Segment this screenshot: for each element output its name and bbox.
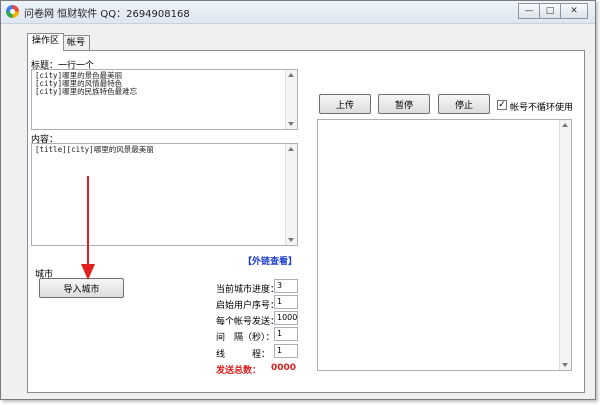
scroll-down-icon[interactable] <box>562 363 568 367</box>
tab-operation[interactable]: 操作区 <box>27 33 65 51</box>
title-line: [city]哪里的民族特色最难忘 <box>35 87 138 96</box>
pause-button[interactable]: 暂停 <box>378 94 430 114</box>
tab-account[interactable]: 帐号 <box>62 35 91 50</box>
no-cycle-checkbox[interactable]: ✓ <box>497 100 507 110</box>
annotation-arrow <box>81 176 95 280</box>
scroll-up-icon[interactable] <box>288 73 294 77</box>
no-cycle-label: 帐号不循环使用 <box>510 103 574 113</box>
annotation-arrow-head <box>81 264 95 280</box>
threads-label: 线 程： <box>216 350 271 360</box>
log-output[interactable] <box>317 119 572 371</box>
interval-field[interactable]: 1 <box>274 327 298 341</box>
start-user-index-label: 启始用户序号： <box>216 301 280 311</box>
current-city-progress-field[interactable]: 3 <box>274 279 298 293</box>
threads-field[interactable]: 1 <box>274 344 298 358</box>
external-link[interactable]: 【外链查看】 <box>243 254 297 267</box>
content-text: [title][city]哪里的风景最美丽 <box>35 145 154 154</box>
title-textarea[interactable]: [city]哪里的景色最美丽 [city]哪里的风情最特色 [city]哪里的民… <box>31 69 298 130</box>
maximize-button[interactable]: □ <box>539 3 561 19</box>
scroll-up-icon[interactable] <box>288 147 294 151</box>
minimize-button[interactable]: — <box>518 3 540 19</box>
app-logo-icon <box>6 5 19 18</box>
interval-label: 间 隔（秒）： <box>216 333 275 343</box>
scroll-down-icon[interactable] <box>288 238 294 242</box>
start-user-index-field[interactable]: 1 <box>274 295 298 309</box>
log-scrollbar[interactable] <box>559 120 571 370</box>
scroll-up-icon[interactable] <box>562 123 568 127</box>
total-sent-value: 0000 <box>271 363 297 373</box>
per-account-send-label: 每个帐号发送： <box>216 317 280 327</box>
content-textarea[interactable]: [title][city]哪里的风景最美丽 <box>31 143 298 246</box>
scroll-down-icon[interactable] <box>288 122 294 126</box>
window-title: 问卷网 恒财软件 QQ：2694908168 <box>24 9 190 20</box>
title-scrollbar[interactable] <box>285 70 297 129</box>
close-button[interactable]: ✕ <box>560 3 588 19</box>
current-city-progress-label: 当前城市进度： <box>216 285 280 295</box>
title-bar: 问卷网 恒财软件 QQ：2694908168 — □ ✕ <box>1 1 595 24</box>
per-account-send-field[interactable]: 1000 <box>274 311 298 325</box>
content-scrollbar[interactable] <box>285 144 297 245</box>
window-controls: — □ ✕ <box>518 3 588 19</box>
total-sent-label: 发送总数： <box>216 366 262 376</box>
upload-button[interactable]: 上传 <box>319 94 371 114</box>
stop-button[interactable]: 停止 <box>438 94 490 114</box>
